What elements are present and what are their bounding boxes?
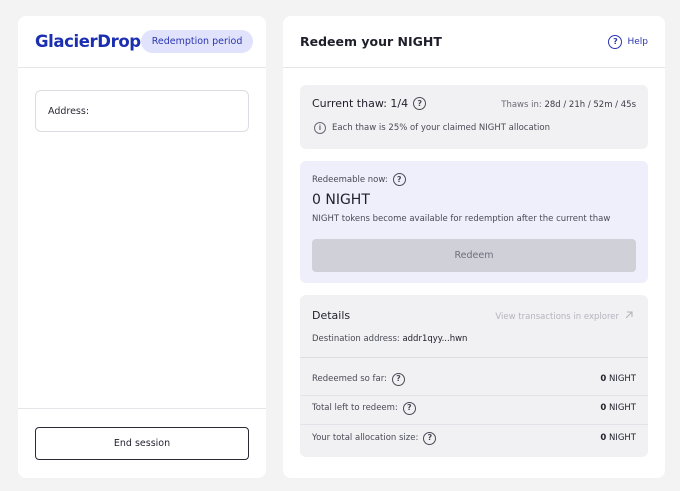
sidebar-header: GlacierDrop Redemption period	[18, 16, 266, 68]
info-circle-icon: i	[314, 122, 326, 134]
question-circle-icon[interactable]: ?	[413, 97, 427, 110]
sidebar-footer: End session	[18, 408, 266, 478]
thaw-countdown: Thaws in: 28d / 21h / 52m / 45s	[501, 100, 636, 110]
details-row-amount: 0	[600, 374, 607, 384]
app-root: GlacierDrop Redemption period Address: E…	[0, 0, 680, 491]
main-header: Redeem your NIGHT ? Help	[283, 16, 665, 68]
details-row-label: Total left to redeem:	[312, 403, 398, 413]
redeem-button[interactable]: Redeem	[312, 239, 636, 272]
address-field[interactable]: Address:	[35, 90, 249, 132]
current-thaw-card: Current thaw: 1/4 ? Thaws in: 28d / 21h …	[300, 85, 648, 149]
view-explorer-label: View transactions in explorer	[495, 311, 619, 322]
redeemable-amount: 0 NIGHT	[312, 192, 370, 208]
destination-value: addr1qyy...hwn	[402, 334, 468, 344]
row-divider	[300, 395, 648, 396]
details-row-unit: NIGHT	[608, 403, 636, 413]
details-row-unit: NIGHT	[608, 433, 636, 443]
details-row-amount: 0	[600, 433, 607, 443]
current-thaw-heading: Current thaw: 1/4 ?	[312, 97, 427, 110]
details-row-redeemed: Redeemed so far: ? 0 NIGHT	[312, 371, 636, 387]
redemption-period-badge: Redemption period	[140, 30, 254, 53]
redeemable-heading: Redeemable now: ?	[312, 173, 406, 186]
redeemable-label: Redeemable now:	[312, 174, 388, 185]
details-card: Details View transactions in explorer De…	[300, 295, 648, 457]
details-row-label: Redeemed so far:	[312, 374, 387, 384]
destination-label: Destination address:	[312, 334, 400, 344]
main-panel: Redeem your NIGHT ? Help Current thaw: 1…	[283, 16, 665, 478]
details-divider	[300, 357, 648, 358]
row-divider	[300, 424, 648, 425]
details-row-label: Your total allocation size:	[312, 433, 419, 443]
redeemable-card: Redeemable now: ? 0 NIGHT NIGHT tokens b…	[300, 161, 648, 283]
current-thaw-label: Current thaw: 1/4	[312, 97, 409, 110]
thaw-note-text: Each thaw is 25% of your claimed NIGHT a…	[332, 123, 550, 133]
thaw-countdown-value: 28d / 21h / 52m / 45s	[544, 100, 636, 110]
details-row-amount: 0	[600, 403, 607, 413]
page-title: Redeem your NIGHT	[300, 34, 442, 49]
question-circle-icon[interactable]: ?	[402, 401, 416, 415]
question-circle-icon[interactable]: ?	[392, 173, 406, 186]
end-session-button[interactable]: End session	[35, 427, 249, 460]
arrow-up-right-icon	[624, 310, 634, 323]
details-row-left: Total left to redeem: ? 0 NIGHT	[312, 400, 636, 416]
destination-address: Destination address: addr1qyy...hwn	[312, 334, 467, 344]
redeemable-note: NIGHT tokens become available for redemp…	[312, 214, 611, 224]
thaw-info-note: i Each thaw is 25% of your claimed NIGHT…	[314, 122, 550, 134]
help-link[interactable]: ? Help	[608, 34, 648, 49]
glacierdrop-logo[interactable]: GlacierDrop	[35, 32, 141, 51]
details-row-allocation: Your total allocation size: ? 0 NIGHT	[312, 430, 636, 446]
details-row-unit: NIGHT	[608, 374, 636, 384]
address-label: Address:	[48, 105, 90, 117]
sidebar-panel: GlacierDrop Redemption period Address: E…	[18, 16, 266, 478]
question-circle-icon: ?	[608, 34, 623, 49]
thaw-countdown-prefix: Thaws in:	[501, 100, 542, 110]
details-heading: Details	[312, 309, 351, 322]
view-explorer-link[interactable]: View transactions in explorer	[495, 310, 634, 323]
help-label: Help	[627, 36, 648, 47]
question-circle-icon[interactable]: ?	[391, 372, 405, 386]
question-circle-icon[interactable]: ?	[423, 431, 437, 445]
